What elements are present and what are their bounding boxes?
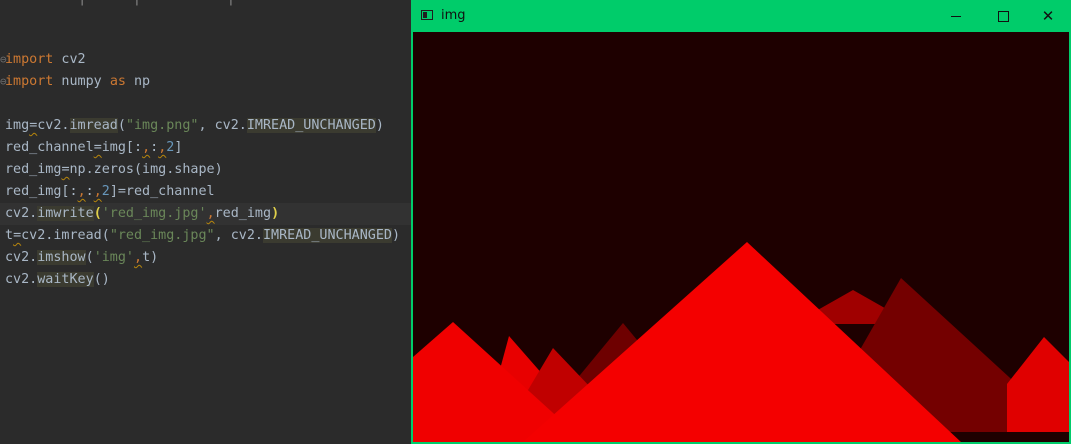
close-icon: ✕: [1041, 6, 1055, 25]
code-line[interactable]: cv2.imwrite('red_img.jpg',red_img): [0, 203, 411, 225]
code-token: , cv2.: [214, 228, 263, 243]
code-line[interactable]: [0, 93, 411, 115]
code-token: IMREAD_UNCHANGED: [246, 118, 376, 133]
code-token: waitKey: [37, 272, 94, 287]
code-token: red_img: [5, 162, 62, 177]
code-token: ,: [93, 184, 102, 199]
window-titlebar[interactable]: img ✕: [411, 0, 1071, 32]
code-token: import: [5, 52, 54, 67]
code-token: numpy: [53, 74, 110, 89]
code-token: imwrite: [37, 206, 94, 221]
code-token: =: [13, 228, 22, 243]
code-token: 'red_img.jpg': [101, 206, 207, 221]
code-token: 2: [101, 184, 110, 199]
code-token: , cv2.: [198, 118, 247, 133]
code-token: 'img': [93, 250, 134, 265]
code-token: "red_img.jpg": [109, 228, 215, 243]
code-token: cv2.imread(: [21, 228, 110, 243]
code-token: imread: [69, 118, 118, 133]
code-token: cv2.: [5, 250, 38, 265]
code-token: img[:: [101, 140, 143, 155]
code-editor[interactable]: | | | ⊖import cv2⊖import numpy as npimg=…: [0, 0, 411, 444]
code-token: red_channel: [5, 140, 94, 155]
maximize-icon: [997, 10, 1009, 22]
code-token: red_img: [214, 206, 272, 221]
code-line[interactable]: t=cv2.imread("red_img.jpg", cv2.IMREAD_U…: [0, 225, 411, 247]
code-token: cv2: [53, 52, 86, 67]
minimize-button[interactable]: [933, 0, 979, 32]
red-mountains-image: [413, 32, 1069, 442]
maximize-button[interactable]: [980, 0, 1026, 32]
code-token: (): [93, 272, 110, 287]
code-line[interactable]: ⊖ import numpy as np: [0, 71, 411, 93]
code-line[interactable]: cv2.waitKey(): [0, 269, 411, 291]
code-token: import: [5, 74, 54, 89]
code-token: np.zeros(img.shape): [69, 162, 223, 177]
code-token: cv2.: [5, 272, 38, 287]
code-line[interactable]: img=cv2.imread("img.png", cv2.IMREAD_UNC…: [0, 115, 411, 137]
code-token: ]=red_channel: [109, 184, 215, 199]
image-canvas: [413, 32, 1069, 442]
cut-off-line: | | |: [0, 0, 235, 6]
code-token: (: [93, 206, 102, 221]
image-window: img ✕: [411, 0, 1071, 444]
code-line[interactable]: [0, 27, 411, 49]
code-token: (: [117, 118, 126, 133]
code-token: ]: [174, 140, 183, 155]
code-line[interactable]: red_img=np.zeros(img.shape): [0, 159, 411, 181]
code-token: red_img[:: [5, 184, 78, 199]
minimize-icon: [951, 15, 961, 17]
code-token: ,: [142, 140, 151, 155]
code-token: ,: [206, 206, 215, 221]
window-app-icon: [421, 10, 433, 20]
code-token: "img.png": [125, 118, 199, 133]
code-token: ,: [77, 184, 86, 199]
fold-icon[interactable]: ⊖: [0, 49, 7, 71]
code-token: ,: [134, 250, 143, 265]
code-token: img: [5, 118, 30, 133]
code-token: =: [93, 140, 102, 155]
code-token: imshow: [37, 250, 86, 265]
code-token: cv2.: [5, 206, 38, 221]
code-token: t): [142, 250, 159, 265]
code-token: np: [125, 74, 151, 89]
window-title: img: [441, 8, 466, 23]
code-line[interactable]: ⊖ import cv2: [0, 49, 411, 71]
close-button[interactable]: ✕: [1025, 0, 1071, 32]
code-token: as: [109, 74, 126, 89]
code-line[interactable]: red_img[:,:,2]=red_channel: [0, 181, 411, 203]
code-token: cv2.: [37, 118, 70, 133]
code-line[interactable]: red_channel=img[:,:,2]: [0, 137, 411, 159]
code-line[interactable]: cv2.imshow('img',t): [0, 247, 411, 269]
code-token: ): [375, 118, 384, 133]
code-token: ): [271, 206, 280, 221]
code-token: (: [85, 250, 94, 265]
code-token: =: [61, 162, 70, 177]
code-token: :: [150, 140, 159, 155]
code-token: IMREAD_UNCHANGED: [263, 228, 392, 243]
fold-icon[interactable]: ⊖: [0, 71, 7, 93]
code-token: t: [5, 228, 14, 243]
code-token: :: [85, 184, 94, 199]
code-token: ): [392, 228, 401, 243]
